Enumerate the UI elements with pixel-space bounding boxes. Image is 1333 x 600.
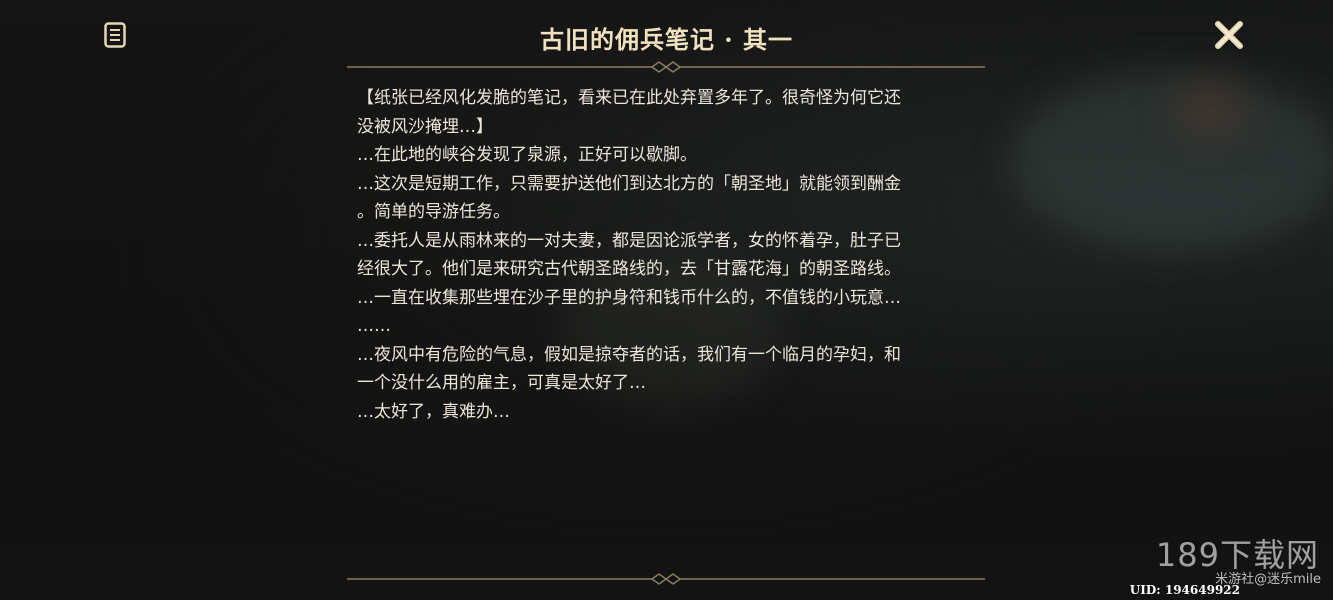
- top-divider: [347, 59, 985, 73]
- page-title: 古旧的佣兵笔记 · 其一: [539, 25, 794, 54]
- note-paragraph: …夜风中有危险的气息，假如是掠夺者的话，我们有一个临月的孕妇，和 一个没什么用的…: [357, 344, 901, 394]
- note-paragraph: …一直在收集那些埋在沙子里的护身符和钱币什么的，不值钱的小玩意… ……: [357, 287, 901, 337]
- uid-label: UID: 194649922: [1129, 583, 1240, 597]
- note-paragraph: …这次是短期工作，只需要护送他们到达北方的「朝圣地」就能领到酬金 。简单的导游任…: [357, 173, 901, 223]
- close-icon[interactable]: [1212, 18, 1246, 52]
- background-object: [1170, 80, 1250, 140]
- note-paragraph: 【纸张已经风化发脆的笔记，看来已在此处弃置多年了。很奇怪为何它还 没被风沙掩埋……: [357, 88, 901, 137]
- note-paragraph: …委托人是从雨林来的一对夫妻，都是因论派学者，女的怀着孕，肚子已 经很大了。他们…: [357, 230, 901, 280]
- note-paragraph: …太好了，真难办…: [357, 401, 510, 422]
- bottom-divider: [347, 571, 985, 585]
- note-content: 【纸张已经风化发脆的笔记，看来已在此处弃置多年了。很奇怪为何它还 没被风沙掩埋……: [357, 84, 977, 426]
- background-landscape: [1010, 70, 1333, 250]
- note-paragraph: …在此地的峡谷发现了泉源，正好可以歇脚。: [357, 145, 697, 165]
